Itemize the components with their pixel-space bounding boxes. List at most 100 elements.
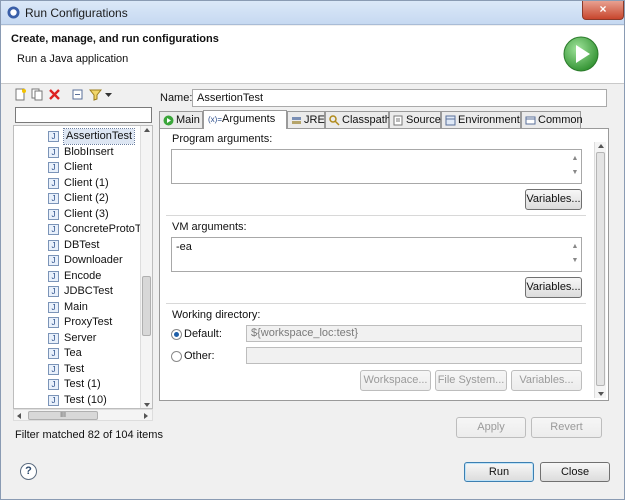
tab-jre[interactable]: JRE	[287, 111, 325, 129]
tree-scroll-thumb[interactable]	[142, 276, 151, 336]
window-close-button[interactable]: ×	[582, 1, 624, 20]
section-divider	[166, 215, 586, 216]
java-application-icon: J	[48, 193, 59, 204]
tree-item-label: Downloader	[64, 254, 123, 266]
program-args-scrollbar[interactable]: ▲ ▼	[571, 152, 579, 181]
chevron-down-icon[interactable]	[104, 88, 113, 101]
tree-item-label: Client (1)	[64, 176, 109, 189]
java-application-icon: J	[48, 394, 59, 406]
working-directory-label: Working directory:	[172, 309, 261, 321]
tree-item-label: Test	[64, 362, 85, 375]
program-arguments-field[interactable]: ▲ ▼	[171, 149, 582, 184]
tab-source[interactable]: Source	[389, 111, 441, 129]
java-application-icon: J	[48, 255, 59, 266]
delete-config-icon[interactable]	[48, 88, 61, 101]
workspace-button[interactable]: Workspace...	[360, 370, 431, 391]
java-application-icon: J	[48, 177, 59, 189]
file-system-button[interactable]: File System...	[435, 370, 507, 391]
java-application-icon: J	[48, 146, 59, 158]
default-label: Default:	[184, 328, 222, 340]
name-label: Name:	[160, 92, 193, 104]
tree-vertical-scrollbar[interactable]	[140, 126, 152, 408]
collapse-all-icon[interactable]	[71, 88, 84, 101]
tree-item-label: Main	[64, 300, 88, 313]
tab-main-label: Main	[176, 114, 200, 126]
panel-vertical-scrollbar[interactable]	[594, 142, 606, 398]
scroll-right-icon[interactable]	[143, 412, 149, 420]
tree-horizontal-scrollbar[interactable]: III	[13, 409, 153, 421]
scroll-down-icon[interactable]	[597, 391, 605, 397]
tab-arguments-label: Arguments	[222, 113, 276, 125]
vm-args-scrollbar[interactable]: ▲ ▼	[571, 240, 579, 269]
tree-item-label: Client	[64, 161, 93, 173]
jre-tab-icon	[292, 117, 301, 124]
tab-source-label: Source	[406, 114, 441, 126]
vm-variables-button[interactable]: Variables...	[525, 277, 582, 298]
vm-arguments-field[interactable]: -ea ▲ ▼	[171, 237, 582, 272]
tab-jre-label: JRE	[304, 114, 325, 126]
config-tabs: Main (x)= Arguments JRE Classpath Source…	[159, 110, 609, 129]
java-application-icon: J	[48, 239, 59, 251]
new-config-icon[interactable]	[14, 88, 27, 101]
tree-item-label: JDBCTest	[64, 285, 113, 297]
close-button[interactable]: Close	[540, 462, 610, 482]
tree-item-label: Test (10)	[64, 393, 107, 406]
program-arguments-label: Program arguments:	[172, 133, 273, 145]
tab-arguments[interactable]: (x)= Arguments	[203, 110, 287, 129]
tree-item-label: Client (3)	[64, 207, 109, 220]
banner-heading: Create, manage, and run configurations	[11, 33, 219, 45]
tab-classpath[interactable]: Classpath	[325, 111, 391, 129]
other-directory-field[interactable]	[246, 347, 582, 364]
help-icon[interactable]: ?	[20, 463, 37, 480]
java-application-icon: J	[48, 379, 59, 390]
scroll-up-icon[interactable]	[143, 127, 151, 133]
tree-hscroll-thumb[interactable]: III	[28, 411, 98, 420]
other-label: Other:	[184, 350, 215, 362]
filter-status-text: Filter matched 82 of 104 items	[15, 429, 163, 441]
scroll-down-icon[interactable]	[143, 402, 151, 408]
filter-input[interactable]	[15, 107, 152, 123]
other-radio[interactable]	[171, 351, 182, 362]
revert-button[interactable]: Revert	[531, 417, 602, 438]
window-title: Run Configurations	[25, 6, 128, 20]
tab-common[interactable]: Common	[521, 111, 583, 129]
java-application-icon: J	[48, 332, 59, 344]
tree-item-label: ProxyTest	[64, 316, 113, 328]
java-application-icon: J	[48, 286, 59, 297]
java-application-icon: J	[48, 270, 59, 282]
filter-config-icon[interactable]	[89, 88, 102, 101]
tree-item-label: Tea	[64, 347, 82, 359]
common-tab-icon	[525, 116, 536, 125]
scroll-up-icon[interactable]	[597, 143, 605, 149]
main-tab-icon	[163, 115, 174, 126]
duplicate-config-icon[interactable]	[31, 88, 44, 101]
classpath-tab-icon	[329, 115, 340, 126]
java-application-icon: J	[48, 301, 59, 313]
config-tree: J AssertionTest J BlobInsert J Client J Client …	[13, 125, 153, 409]
tab-environment[interactable]: Environment	[441, 111, 521, 129]
java-application-icon: J	[48, 363, 59, 375]
environment-tab-icon	[445, 115, 456, 126]
program-variables-button[interactable]: Variables...	[525, 189, 582, 210]
tree-item-label: Server	[64, 331, 97, 344]
name-field[interactable]: AssertionTest	[192, 89, 607, 107]
run-configurations-window: Run Configurations × Create, manage, and…	[0, 0, 625, 500]
tree-item-label: Encode	[64, 269, 102, 282]
java-application-icon: J	[48, 208, 59, 220]
tree-item-label: AssertionTest	[62, 128, 136, 145]
panel-scroll-thumb[interactable]	[596, 152, 605, 386]
apply-button[interactable]: Apply	[456, 417, 526, 438]
tab-environment-label: Environment	[458, 114, 520, 126]
default-directory-field: ${workspace_loc:test}	[246, 325, 582, 342]
java-application-icon: J	[48, 224, 59, 235]
tab-main[interactable]: Main	[159, 111, 203, 129]
run-button[interactable]: Run	[464, 462, 534, 482]
java-application-icon: J	[48, 317, 59, 328]
java-application-icon: J	[48, 131, 59, 142]
scroll-left-icon[interactable]	[16, 412, 22, 420]
java-application-icon: J	[48, 162, 59, 173]
header-banner: Create, manage, and run configurations R…	[1, 26, 624, 84]
title-bar: Run Configurations	[1, 1, 624, 25]
default-radio[interactable]	[171, 329, 182, 340]
dir-variables-button[interactable]: Variables...	[511, 370, 582, 391]
